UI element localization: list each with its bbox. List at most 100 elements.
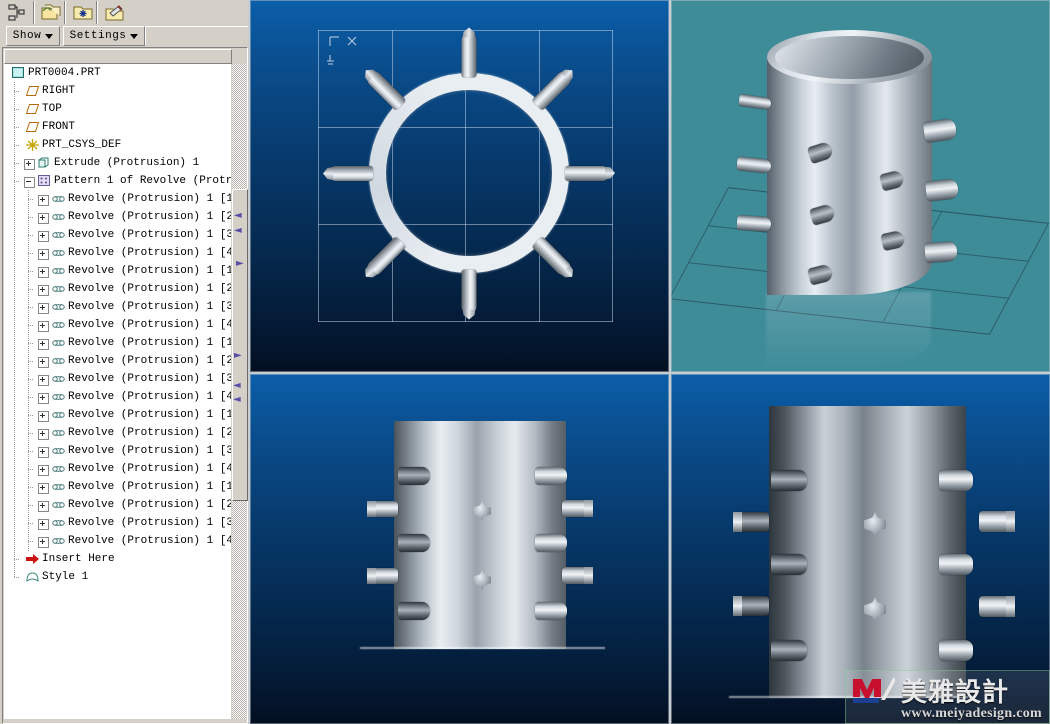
expand-icon[interactable]	[38, 519, 49, 530]
tree-item-label: Revolve (Protrusion) 1 [1, 3	[68, 337, 231, 349]
tree-item-revolve-protrusion-1-4-4[interactable]: Revolve (Protrusion) 1 [4, 4	[4, 460, 231, 478]
tree-item-style-1[interactable]: Style 1	[4, 568, 231, 586]
tree-item-revolve-protrusion-1-1-2[interactable]: Revolve (Protrusion) 1 [1, 2	[4, 262, 231, 280]
tree-item-revolve-protrusion-1-3-4[interactable]: Revolve (Protrusion) 1 [3, 4	[4, 442, 231, 460]
settings-menu-button[interactable]: Settings	[63, 26, 145, 46]
tree-item-revolve-protrusion-1-2-5[interactable]: Revolve (Protrusion) 1 [2, 5	[4, 496, 231, 514]
expand-icon[interactable]	[24, 159, 35, 170]
tree-item-revolve-protrusion-1-4-2[interactable]: Revolve (Protrusion) 1 [4, 2	[4, 316, 231, 334]
watermark: 美雅設計 www.meiyadesign.com	[845, 670, 1050, 724]
tree-item-right[interactable]: RIGHT	[4, 82, 231, 100]
tree-item-revolve-protrusion-1-1-5[interactable]: Revolve (Protrusion) 1 [1, 5	[4, 478, 231, 496]
copy-folder-icon[interactable]	[36, 1, 66, 24]
tree-item-revolve-protrusion-1-4-1[interactable]: Revolve (Protrusion) 1 [4, 1	[4, 244, 231, 262]
tree-connector	[14, 145, 20, 146]
tree-item-revolve-protrusion-1-1-1[interactable]: Revolve (Protrusion) 1 [1, 1	[4, 190, 231, 208]
tree-connector	[28, 325, 34, 326]
expand-icon[interactable]	[38, 429, 49, 440]
tree-connector	[28, 523, 34, 524]
tree-item-revolve-protrusion-1-2-4[interactable]: Revolve (Protrusion) 1 [2, 4	[4, 424, 231, 442]
expand-icon[interactable]	[38, 285, 49, 296]
tree-item-label: Revolve (Protrusion) 1 [4, 4	[68, 463, 231, 475]
expand-icon[interactable]	[38, 411, 49, 422]
tree-connector	[14, 109, 20, 110]
expand-icon[interactable]	[38, 357, 49, 368]
expand-icon[interactable]	[38, 213, 49, 224]
tree-item-revolve-protrusion-1-2-1[interactable]: Revolve (Protrusion) 1 [2, 1	[4, 208, 231, 226]
chevron-down-icon	[45, 33, 54, 39]
toolbar-separator-2	[64, 1, 66, 24]
model-tree-icon[interactable]	[2, 1, 32, 24]
expand-icon[interactable]	[38, 249, 49, 260]
tree-item-revolve-protrusion-1-4-3[interactable]: Revolve (Protrusion) 1 [4, 3	[4, 388, 231, 406]
expand-icon[interactable]	[38, 447, 49, 458]
tree-item-extrude-protrusion-1[interactable]: Extrude (Protrusion) 1	[4, 154, 231, 172]
tree-item-revolve-protrusion-1-2-3[interactable]: Revolve (Protrusion) 1 [2, 3	[4, 352, 231, 370]
tree-item-revolve-protrusion-1-3-5[interactable]: Revolve (Protrusion) 1 [3, 5	[4, 514, 231, 532]
viewport-front-view[interactable]	[250, 374, 669, 724]
tree-connector	[28, 190, 29, 552]
tree-item-label: PRT_CSYS_DEF	[42, 139, 122, 151]
tree-item-revolve-protrusion-1-3-3[interactable]: Revolve (Protrusion) 1 [3, 3	[4, 370, 231, 388]
expand-icon[interactable]	[38, 501, 49, 512]
scrollbar-marker: ◄	[234, 210, 242, 221]
tree-connector	[28, 469, 34, 470]
expand-icon[interactable]	[38, 393, 49, 404]
tree-item-label: Revolve (Protrusion) 1 [1, 4	[68, 409, 231, 421]
new-folder-icon[interactable]	[68, 1, 98, 24]
tree-item-label: Revolve (Protrusion) 1 [2, 1	[68, 211, 231, 223]
pin-front	[535, 602, 567, 620]
viewport-detail-view[interactable]: 美雅設計 www.meiyadesign.com	[671, 374, 1050, 724]
tree-item-label: Style 1	[42, 571, 89, 583]
expand-icon[interactable]	[38, 303, 49, 314]
folder-tools-icon[interactable]	[100, 1, 130, 24]
meiya-logo-icon	[853, 678, 895, 703]
tree-connector	[28, 235, 34, 236]
tree-item-front[interactable]: FRONT	[4, 118, 231, 136]
tree-item-top[interactable]: TOP	[4, 100, 231, 118]
model-tree-list[interactable]: PRT0004.PRT RIGHT TOP FRONT PRT_CSYS_DEF Extr…	[4, 64, 231, 719]
viewport-isometric-view[interactable]	[671, 0, 1050, 372]
tree-item-label: Extrude (Protrusion) 1	[54, 157, 200, 169]
model-tree-container: PRT0004.PRT RIGHT TOP FRONT PRT_CSYS_DEF Extr…	[2, 47, 248, 724]
pin-iso	[922, 117, 958, 144]
tree-item-revolve-protrusion-1-1-4[interactable]: Revolve (Protrusion) 1 [1, 4	[4, 406, 231, 424]
pin-detail	[979, 511, 1015, 532]
tree-item-revolve-protrusion-1-3-2[interactable]: Revolve (Protrusion) 1 [3, 2	[4, 298, 231, 316]
expand-icon[interactable]	[38, 267, 49, 278]
tree-item-prt0004-prt[interactable]: PRT0004.PRT	[4, 64, 231, 82]
viewport-top-view[interactable]	[250, 0, 669, 372]
tree-item-label: Revolve (Protrusion) 1 [3, 5	[68, 517, 231, 529]
show-menu-button[interactable]: Show	[6, 26, 60, 46]
model-tree-column-header[interactable]	[4, 49, 232, 64]
tree-item-revolve-protrusion-1-4-5[interactable]: Revolve (Protrusion) 1 [4, 5	[4, 532, 231, 550]
expand-icon[interactable]	[38, 465, 49, 476]
collapse-icon[interactable]	[24, 177, 35, 188]
pin-detail	[939, 554, 973, 575]
tree-item-pattern-1-of-revolve-protrusion[interactable]: Pattern 1 of Revolve (Protrusion	[4, 172, 231, 190]
model-tree-scrollbar[interactable]: ◄ ◄ ► ► ◄ ◄	[232, 64, 248, 719]
tree-item-revolve-protrusion-1-1-3[interactable]: Revolve (Protrusion) 1 [1, 3	[4, 334, 231, 352]
tree-item-label: Revolve (Protrusion) 1 [2, 3	[68, 355, 231, 367]
expand-icon[interactable]	[38, 537, 49, 548]
tree-item-label: Revolve (Protrusion) 1 [4, 2	[68, 319, 231, 331]
tree-item-label: Revolve (Protrusion) 1 [2, 2	[68, 283, 231, 295]
scrollbar-marker: ◄	[233, 394, 241, 405]
expand-icon[interactable]	[38, 483, 49, 494]
pin-detail	[979, 596, 1015, 617]
toolbar-separator-3	[96, 1, 98, 24]
tree-connector	[14, 559, 20, 560]
tree-item-prt-csys-def[interactable]: PRT_CSYS_DEF	[4, 136, 231, 154]
expand-icon[interactable]	[38, 375, 49, 386]
application-window: Show Settings PRT0004.PRT RIGHT TOP FRONT PR…	[0, 0, 1050, 724]
tree-connector	[28, 451, 34, 452]
expand-icon[interactable]	[38, 231, 49, 242]
expand-icon[interactable]	[38, 195, 49, 206]
expand-icon[interactable]	[38, 321, 49, 332]
expand-icon[interactable]	[38, 339, 49, 350]
model-tree-panel: Show Settings PRT0004.PRT RIGHT TOP FRONT PR…	[0, 0, 249, 724]
tree-item-revolve-protrusion-1-3-1[interactable]: Revolve (Protrusion) 1 [3, 1	[4, 226, 231, 244]
tree-item-revolve-protrusion-1-2-2[interactable]: Revolve (Protrusion) 1 [2, 2	[4, 280, 231, 298]
tree-item-label: Revolve (Protrusion) 1 [2, 4	[68, 427, 231, 439]
tree-item-insert-here[interactable]: Insert Here	[4, 550, 231, 568]
